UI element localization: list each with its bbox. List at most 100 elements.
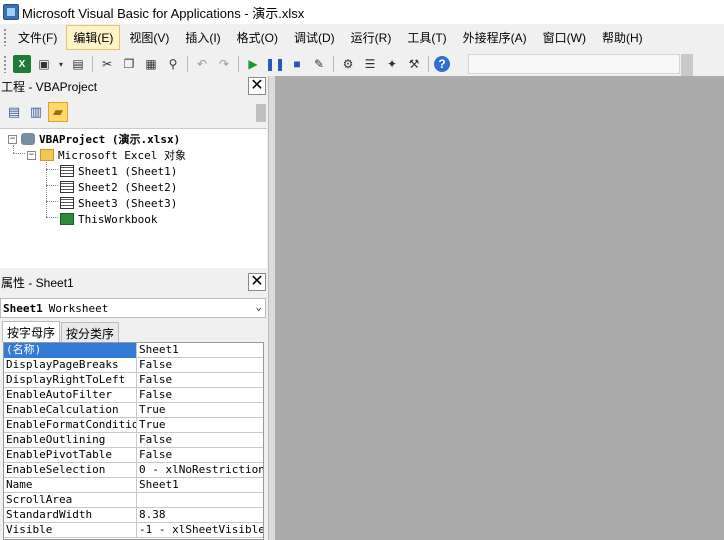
property-value[interactable]: -1 - xlSheetVisible (137, 523, 263, 537)
property-name: DisplayRightToLeft (4, 373, 137, 388)
project-toolbar-scroll-icon[interactable] (256, 104, 266, 122)
toolbar-separator (428, 56, 429, 72)
menu-debug[interactable]: 调试(D) (287, 25, 342, 50)
dropdown-arrow-icon[interactable]: ▾ (57, 55, 65, 73)
find-icon[interactable]: ⚲ (164, 55, 182, 73)
properties-grid: (名称) Sheet1 DisplayPageBreaks False Disp… (3, 342, 264, 540)
collapse-icon[interactable]: − (27, 150, 36, 160)
redo-icon[interactable]: ↷ (215, 55, 233, 73)
collapse-icon[interactable]: − (8, 134, 17, 144)
menu-format[interactable]: 格式(O) (230, 25, 285, 50)
property-row[interactable]: EnableCalculation True (4, 403, 263, 418)
vba-app-icon (3, 4, 19, 20)
project-explorer-icon[interactable]: ⚙ (339, 55, 357, 73)
property-row[interactable]: DisplayPageBreaks False (4, 358, 263, 373)
property-row[interactable]: Visible -1 - xlSheetVisible (4, 523, 263, 538)
property-name: ScrollArea (4, 493, 137, 508)
properties-panel-title: 属性 - Sheet1 (1, 275, 74, 290)
panel-splitter[interactable] (268, 76, 275, 540)
tree-node-excel-objects[interactable]: − Microsoft Excel 对象 (27, 147, 186, 163)
property-name: (名称) (4, 343, 137, 358)
folder-open-icon (40, 149, 54, 161)
property-row[interactable]: EnableOutlining False (4, 433, 263, 448)
properties-icon[interactable]: ☰ (361, 55, 379, 73)
excel-icon[interactable]: X (13, 55, 31, 73)
project-toolbar: ▤ ▥ ▰ (0, 98, 268, 126)
menu-edit[interactable]: 编辑(E) (66, 24, 121, 50)
property-value[interactable]: False (137, 388, 263, 402)
break-icon[interactable]: ❚❚ (265, 55, 285, 73)
tree-line (46, 217, 58, 218)
tab-categorized[interactable]: 按分类序 (61, 322, 120, 342)
design-mode-icon[interactable]: ✎ (310, 55, 328, 73)
toolbar-separator (238, 56, 239, 72)
property-value[interactable]: 0 - xlNoRestrictions (137, 463, 263, 477)
tree-node-sheet2[interactable]: Sheet2 (Sheet2) (60, 179, 177, 195)
toolbar-options-icon[interactable] (681, 54, 693, 76)
menu-view[interactable]: 视图(V) (122, 25, 176, 50)
object-selector[interactable]: Sheet1 Worksheet ⌄ (0, 298, 266, 318)
property-value[interactable]: False (137, 373, 263, 387)
cut-icon[interactable]: ✂ (98, 55, 116, 73)
property-row[interactable]: Name Sheet1 (4, 478, 263, 493)
property-name: EnablePivotTable (4, 448, 137, 463)
tree-node-vbaproject[interactable]: − VBAProject (演示.xlsx) (8, 131, 180, 147)
chevron-down-icon[interactable]: ⌄ (255, 300, 262, 313)
save-icon[interactable]: ▤ (69, 55, 87, 73)
property-value[interactable] (137, 493, 263, 507)
run-icon[interactable]: ▶ (244, 55, 262, 73)
property-value[interactable]: Sheet1 (137, 343, 263, 357)
property-name: EnableCalculation (4, 403, 137, 418)
property-value[interactable]: 8.38 (137, 508, 263, 522)
toolbar-separator (92, 56, 93, 72)
insert-userform-icon[interactable]: ▣ (35, 55, 53, 73)
menu-help[interactable]: 帮助(H) (595, 25, 650, 50)
view-code-icon[interactable]: ▤ (4, 102, 24, 122)
property-row[interactable]: DisplayRightToLeft False (4, 373, 263, 388)
toolbox-icon[interactable]: ⚒ (405, 55, 423, 73)
menu-insert[interactable]: 插入(I) (178, 25, 227, 50)
property-value[interactable]: False (137, 448, 263, 462)
property-row[interactable]: EnablePivotTable False (4, 448, 263, 463)
menu-run[interactable]: 运行(R) (344, 25, 399, 50)
property-value[interactable]: Sheet1 (137, 478, 263, 492)
properties-close-button[interactable]: ✕ (248, 273, 266, 291)
worksheet-icon (60, 197, 74, 209)
property-row[interactable]: EnableAutoFilter False (4, 388, 263, 403)
property-row[interactable]: (名称) Sheet1 (4, 343, 263, 358)
property-row[interactable]: ScrollArea (4, 493, 263, 508)
menu-tools[interactable]: 工具(T) (400, 25, 453, 50)
tree-node-thisworkbook[interactable]: ThisWorkbook (60, 211, 157, 227)
project-close-button[interactable]: ✕ (248, 77, 266, 95)
menu-addins[interactable]: 外接程序(A) (456, 25, 534, 50)
property-row[interactable]: StandardWidth 8.38 (4, 508, 263, 523)
workbook-icon (60, 213, 74, 225)
object-browser-icon[interactable]: ✦ (383, 55, 401, 73)
paste-icon[interactable]: ▦ (142, 55, 160, 73)
help-icon[interactable]: ? (434, 56, 450, 72)
view-object-icon[interactable]: ▥ (26, 102, 46, 122)
project-panel-header: 工程 - VBAProject ✕ (0, 76, 268, 96)
tree-node-sheet1[interactable]: Sheet1 (Sheet1) (60, 163, 177, 179)
menu-window[interactable]: 窗口(W) (536, 25, 593, 50)
property-name: Visible (4, 523, 137, 538)
property-value[interactable]: False (137, 433, 263, 447)
tree-line (46, 159, 47, 217)
toggle-folders-icon[interactable]: ▰ (48, 102, 68, 122)
tree-node-sheet3[interactable]: Sheet3 (Sheet3) (60, 195, 177, 211)
property-row[interactable]: EnableFormatConditionsCalculation True (4, 418, 263, 433)
undo-icon[interactable]: ↶ (193, 55, 211, 73)
reset-icon[interactable]: ■ (288, 55, 306, 73)
window-title: Microsoft Visual Basic for Applications … (22, 5, 305, 21)
property-value[interactable]: True (137, 403, 263, 417)
property-name: Name (4, 478, 137, 493)
copy-icon[interactable]: ❐ (120, 55, 138, 73)
tab-alphabetic[interactable]: 按字母序 (2, 321, 61, 342)
menu-file[interactable]: 文件(F) (11, 25, 64, 50)
standard-toolbar: X ▣ ▾ ▤ ✂ ❐ ▦ ⚲ ↶ ↷ ▶ ❚❚ ■ ✎ ⚙ ☰ ✦ ⚒ ? (0, 52, 693, 76)
code-workspace (275, 76, 724, 540)
property-value[interactable]: False (137, 358, 263, 372)
property-row[interactable]: EnableSelection 0 - xlNoRestrictions (4, 463, 263, 478)
property-name: StandardWidth (4, 508, 137, 523)
property-value[interactable]: True (137, 418, 263, 432)
